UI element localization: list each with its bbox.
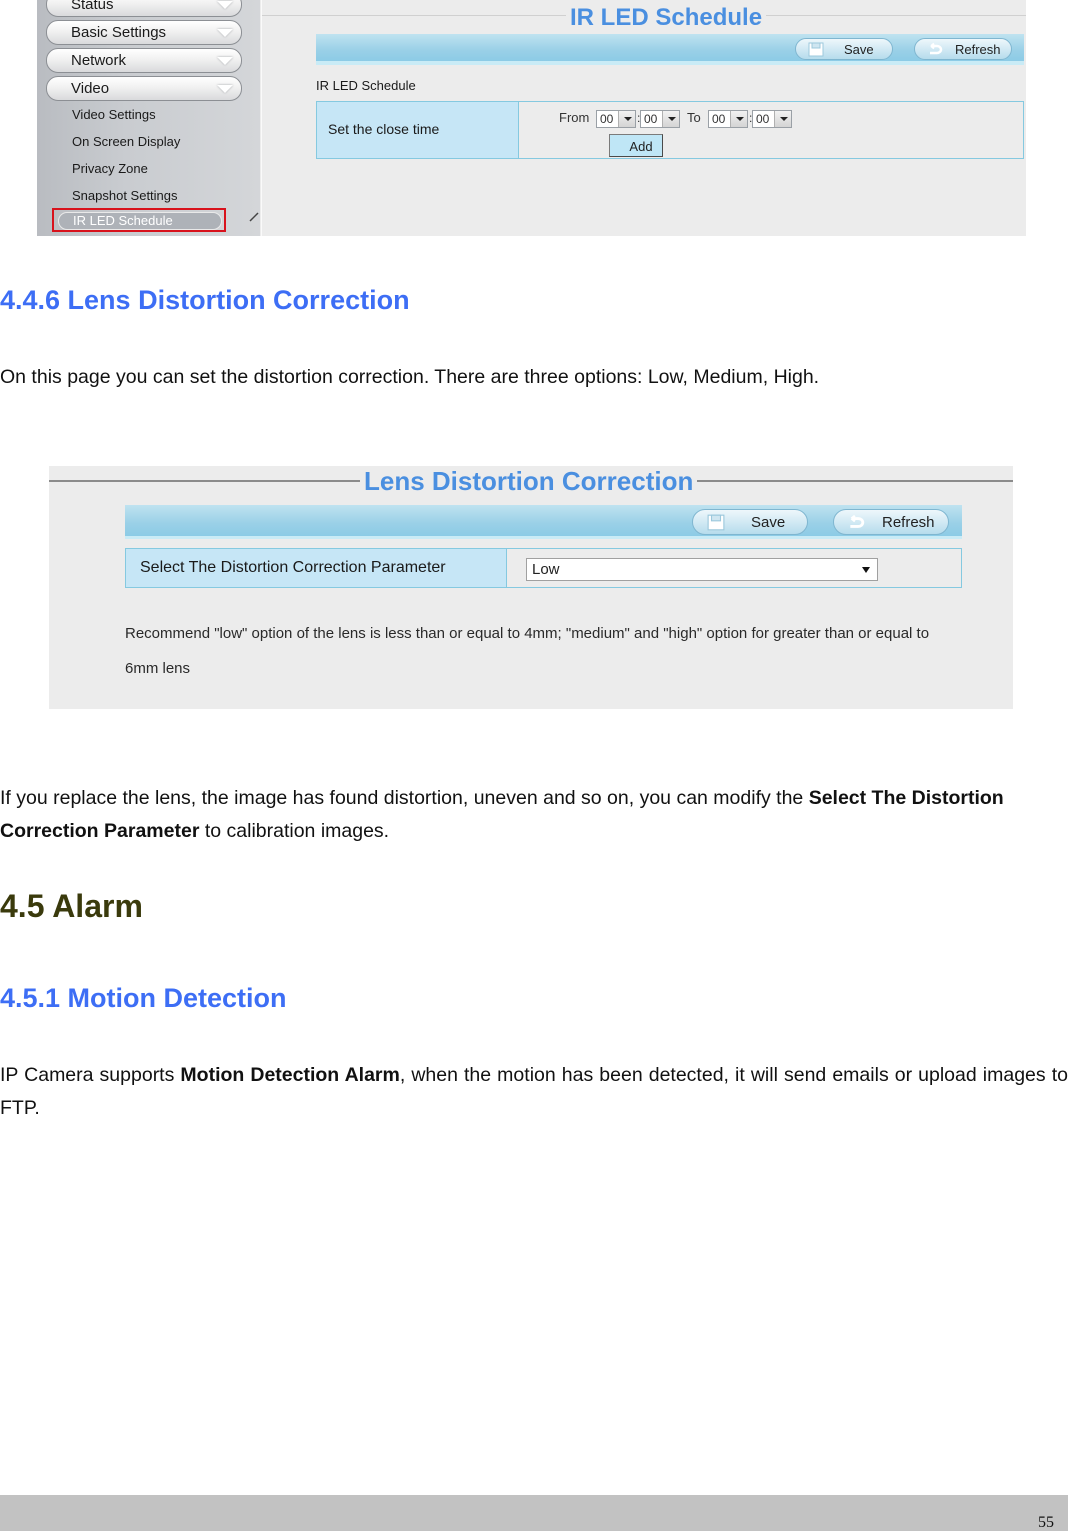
toolbar: Save Refresh [125,505,962,539]
sidebar-collapse-grip-icon[interactable] [249,212,259,222]
highlight-box: IR LED Schedule [52,208,226,232]
chevron-down-icon [217,1,233,9]
from-minute-select[interactable]: 00 [640,110,680,128]
refresh-button[interactable]: Refresh [914,38,1012,60]
submenu-ir-led-schedule[interactable]: IR LED Schedule [58,212,222,230]
refresh-label: Refresh [882,514,935,531]
menu-network[interactable]: Network [46,48,242,73]
menu-label: Status [71,0,114,13]
section-intro: On this page you can set the distortion … [0,366,820,388]
save-label: Save [844,42,874,57]
text: to calibration images. [199,820,390,842]
floppy-disk-icon [808,42,824,57]
save-label: Save [751,514,786,531]
ir-led-schedule-screenshot: Status Basic Settings Network Video Vide… [37,0,1026,236]
motion-detection-paragraph: IP Camera supports Motion Detection Alar… [0,1059,1068,1125]
section-heading-4-5: 4.5 Alarm [0,888,143,924]
submenu-on-screen-display[interactable]: On Screen Display [72,134,180,149]
recommendation-line: 6mm lens [125,660,191,677]
toolbar: Save Refresh [316,34,1024,65]
text: IP Camera supports [0,1064,181,1086]
panel-title: Lens Distortion Correction [360,466,698,497]
submenu-privacy-zone[interactable]: Privacy Zone [72,161,148,176]
row-label: Set the close time [317,102,519,158]
from-label: From [559,110,590,125]
to-hour-select[interactable]: 00 [708,110,748,128]
replace-lens-paragraph: If you replace the lens, the image has f… [0,782,1040,848]
refresh-button[interactable]: Refresh [833,509,949,535]
chevron-down-icon [217,57,233,65]
from-minute-value: 00 [644,112,658,126]
add-button[interactable]: Add [609,134,663,157]
dropdown-arrow-icon [862,567,870,573]
panel-title: IR LED Schedule [566,4,767,32]
dropdown-arrow-icon [774,111,791,127]
to-label: To [687,110,701,125]
menu-label: Video [71,80,110,97]
distortion-level-select[interactable]: Low [526,558,878,581]
dropdown-arrow-icon [730,111,747,127]
section-heading-4-4-6: 4.4.6 Lens Distortion Correction [0,285,410,315]
page-number: 55 [1038,1514,1054,1531]
section-heading-4-5-1: 4.5.1 Motion Detection [0,983,287,1013]
recommendation-text: Recommend "low" option of the lens is le… [125,616,965,686]
floppy-disk-icon [707,514,725,531]
to-minute-select[interactable]: 00 [752,110,792,128]
dropdown-arrow-icon [618,111,635,127]
sidebar: Status Basic Settings Network Video Vide… [37,0,260,236]
save-button[interactable]: Save [795,38,893,60]
undo-arrow-icon [850,514,865,528]
row-label: Select The Distortion Correction Paramet… [126,549,507,587]
chevron-down-icon [217,29,233,37]
section-label: IR LED Schedule [316,78,416,93]
from-hour-value: 00 [600,112,614,126]
selected-value: Low [532,561,560,578]
menu-basic-settings[interactable]: Basic Settings [46,20,242,45]
to-hour-value: 00 [712,112,726,126]
refresh-label: Refresh [955,42,1001,57]
menu-label: Network [71,52,127,69]
chevron-down-icon [217,85,233,93]
menu-status[interactable]: Status [46,0,242,17]
from-hour-select[interactable]: 00 [596,110,636,128]
ir-led-panel: IR LED Schedule Save Refresh IR LED Sche… [261,0,1026,236]
to-minute-value: 00 [756,112,770,126]
page-footer: 55 [0,1495,1068,1531]
menu-video[interactable]: Video [46,76,242,101]
bold-term: Motion Detection Alarm [180,1064,400,1086]
submenu-video-settings[interactable]: Video Settings [72,107,156,122]
undo-arrow-icon [930,42,943,55]
distortion-param-row: Select The Distortion Correction Paramet… [125,548,962,588]
text: If you replace the lens, the image has f… [0,787,809,809]
submenu-snapshot-settings[interactable]: Snapshot Settings [72,188,178,203]
lens-distortion-screenshot: Lens Distortion Correction Save Refresh … [49,466,1013,709]
save-button[interactable]: Save [692,509,808,535]
dropdown-arrow-icon [662,111,679,127]
menu-label: Basic Settings [71,24,167,41]
recommendation-line: Recommend "low" option of the lens is le… [125,625,930,642]
close-time-row: Set the close time From 00 : 00 To 00 : … [316,101,1024,159]
